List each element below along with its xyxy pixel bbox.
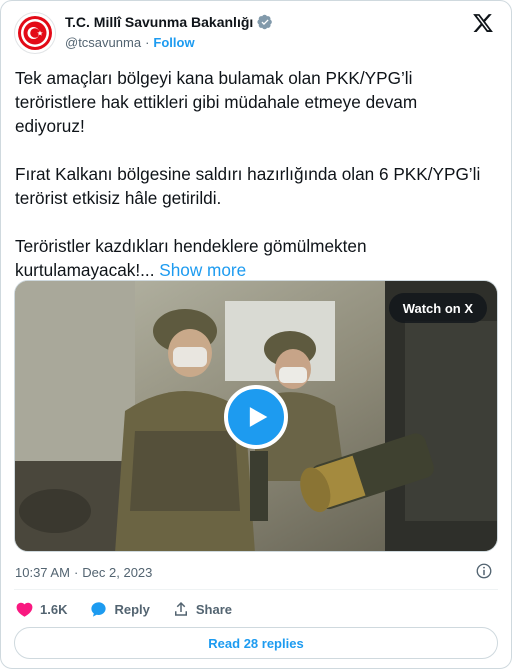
avatar[interactable] — [14, 12, 56, 54]
reply-icon — [91, 601, 107, 617]
account-name-row: T.C. Millî Savunma Bakanlığı — [65, 14, 273, 30]
heart-icon — [16, 602, 33, 617]
tweet-card: T.C. Millî Savunma Bakanlığı @tcsavunma … — [0, 0, 512, 669]
account-name[interactable]: T.C. Millî Savunma Bakanlığı — [65, 14, 253, 30]
share-button[interactable]: Share — [172, 600, 232, 618]
tweet-paragraph-1: Tek amaçları bölgeyi kana bulamak olan P… — [15, 68, 418, 136]
like-count: 1.6K — [40, 601, 68, 617]
ministry-logo-icon — [18, 16, 52, 50]
show-more-link[interactable]: Show more — [159, 260, 246, 280]
share-icon — [174, 601, 187, 616]
handle-row: @tcsavunma · Follow — [65, 35, 195, 50]
tweet-paragraph-3: Teröristler kazdıkları hendeklere gömülm… — [15, 234, 485, 282]
tweet-date: Dec 2, 2023 — [82, 564, 153, 580]
play-button[interactable] — [224, 385, 288, 449]
read-replies-button[interactable]: Read 28 replies — [14, 627, 498, 659]
x-logo-icon[interactable] — [472, 12, 494, 34]
verified-badge-icon — [257, 14, 273, 30]
tweet-timestamp[interactable]: 10:37 AM · Dec 2, 2023 — [15, 562, 497, 582]
divider — [14, 589, 498, 590]
info-icon[interactable] — [475, 562, 493, 580]
video-thumbnail[interactable]: Watch on X — [14, 280, 498, 552]
timestamp-separator: · — [73, 564, 79, 580]
handle-separator: · — [145, 35, 150, 50]
account-handle[interactable]: @tcsavunma — [65, 35, 141, 50]
action-bar: 1.6K Reply Share — [15, 597, 254, 621]
reply-label: Reply — [114, 601, 150, 617]
share-label: Share — [195, 601, 233, 617]
tweet-paragraph-2: Fırat Kalkanı bölgesine saldırı hazırlığ… — [15, 164, 481, 208]
watch-on-x-button[interactable]: Watch on X — [388, 293, 487, 323]
play-icon — [249, 407, 268, 427]
follow-button[interactable]: Follow — [153, 35, 194, 50]
tweet-text: Tek amaçları bölgeyi kana bulamak olan P… — [15, 66, 485, 282]
like-button[interactable]: 1.6K — [15, 600, 67, 619]
tweet-time: 10:37 AM — [15, 564, 70, 580]
reply-button[interactable]: Reply — [89, 600, 150, 619]
